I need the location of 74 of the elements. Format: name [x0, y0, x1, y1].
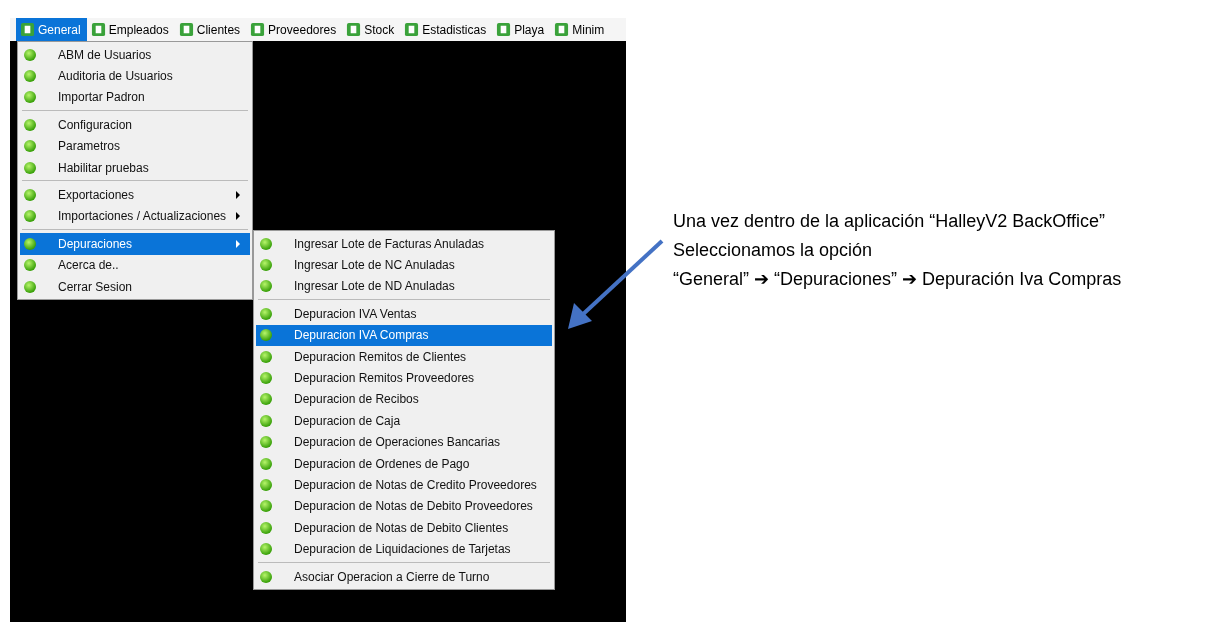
menu-bar-item[interactable]: Estadisticas [400, 18, 493, 41]
app-icon [20, 22, 35, 37]
status-dot-icon [260, 479, 272, 491]
menu-bar-item[interactable]: Stock [342, 18, 401, 41]
menu-item[interactable]: Depuracion de Recibos [256, 388, 552, 411]
status-dot-icon [24, 259, 36, 272]
app-icon [346, 22, 362, 37]
app-icon [404, 22, 420, 37]
menu-item[interactable]: Auditoria de Usuarios [20, 65, 250, 87]
menu-bar-item[interactable]: Playa [492, 18, 551, 41]
status-dot-icon [260, 414, 272, 427]
app-icon [90, 22, 106, 37]
status-dot-icon [260, 521, 272, 534]
menu-item[interactable]: Depuracion de Liquidaciones de Tarjetas [256, 538, 552, 560]
menu-item[interactable]: Cerrar Sesion [20, 275, 250, 298]
menu-item[interactable]: Depuracion de Notas de Debito Proveedores [256, 495, 552, 518]
status-dot-icon [260, 259, 272, 272]
status-dot-icon [24, 210, 36, 223]
status-dot-icon [260, 543, 272, 556]
status-dot-icon [24, 91, 36, 104]
status-dot-icon [260, 280, 272, 293]
status-dot-icon [24, 118, 36, 131]
arrow-icon [566, 237, 666, 332]
menu-item[interactable]: Acerca de.. [20, 254, 250, 276]
menu-item[interactable]: Configuracion [20, 114, 250, 136]
menu-item[interactable]: Habilitar pruebas [20, 156, 250, 179]
menu-item[interactable]: Depuracion de Notas de Credito Proveedores [256, 474, 552, 496]
menu-item[interactable]: Depuracion de Caja [256, 410, 552, 432]
menu-item[interactable]: Depuracion IVA Ventas [256, 303, 552, 325]
menu-bar-item[interactable]: Proveedores [246, 18, 343, 41]
status-dot-icon [24, 140, 36, 153]
app-icon [178, 22, 194, 37]
status-dot-icon [260, 237, 272, 250]
menu-item[interactable]: Importaciones / Actualizaciones [20, 205, 250, 228]
menu-bar-item[interactable]: Empleados [86, 18, 175, 41]
status-dot-icon [24, 161, 36, 174]
menu-item[interactable]: Exportaciones [20, 184, 250, 206]
app-icon [554, 22, 570, 37]
status-dot-icon [260, 350, 272, 363]
status-dot-icon [260, 457, 272, 470]
menu-item[interactable]: Ingresar Lote de ND Anuladas [256, 275, 552, 298]
menu-item[interactable]: Depuracion Remitos Proveedores [256, 367, 552, 389]
menu-item[interactable]: Depuracion Remitos de Clientes [256, 345, 552, 368]
status-dot-icon [260, 307, 272, 320]
status-dot-icon [260, 393, 272, 406]
annotation-text: Una vez dentro de la aplicación “HalleyV2 BackOffice” [673, 210, 1106, 233]
menu-item[interactable]: Depuracion de Operaciones Bancarias [256, 431, 552, 453]
menu-bar-item[interactable]: Minim [550, 18, 611, 41]
status-dot-icon [260, 436, 272, 449]
menu-item[interactable]: Importar Padron [20, 86, 250, 109]
menu-item[interactable]: Depuraciones [20, 233, 250, 255]
app-icon [496, 22, 512, 37]
status-dot-icon [24, 237, 36, 250]
annotation-text: “General” ➔ “Depuraciones” ➔ Depuración Iva Compras [673, 268, 1122, 291]
menu-bar-item[interactable]: General [16, 18, 87, 41]
status-dot-icon [24, 48, 36, 61]
status-dot-icon [24, 189, 36, 202]
status-dot-icon [260, 500, 272, 513]
menu-item[interactable]: Parametros [20, 135, 250, 157]
menu-item[interactable]: ABM de Usuarios [20, 44, 250, 66]
menu-item[interactable]: Ingresar Lote de NC Anuladas [256, 254, 552, 276]
status-dot-icon [24, 280, 36, 293]
menu-item[interactable]: Depuracion IVA Compras [256, 324, 552, 346]
status-dot-icon [24, 70, 36, 83]
menu-item[interactable]: Ingresar Lote de Facturas Anuladas [256, 233, 552, 255]
status-dot-icon [260, 372, 272, 385]
app-icon [250, 22, 266, 37]
menu-item[interactable]: Depuracion de Notas de Debito Clientes [256, 517, 552, 539]
status-dot-icon [260, 570, 272, 583]
menu-item[interactable]: Depuracion de Ordenes de Pago [256, 452, 552, 475]
status-dot-icon [260, 329, 272, 342]
menu-item[interactable]: Asociar Operacion a Cierre de Turno [256, 565, 552, 588]
annotation-text: Seleccionamos la opción [673, 239, 874, 262]
menu-bar-item[interactable]: Clientes [174, 18, 247, 41]
